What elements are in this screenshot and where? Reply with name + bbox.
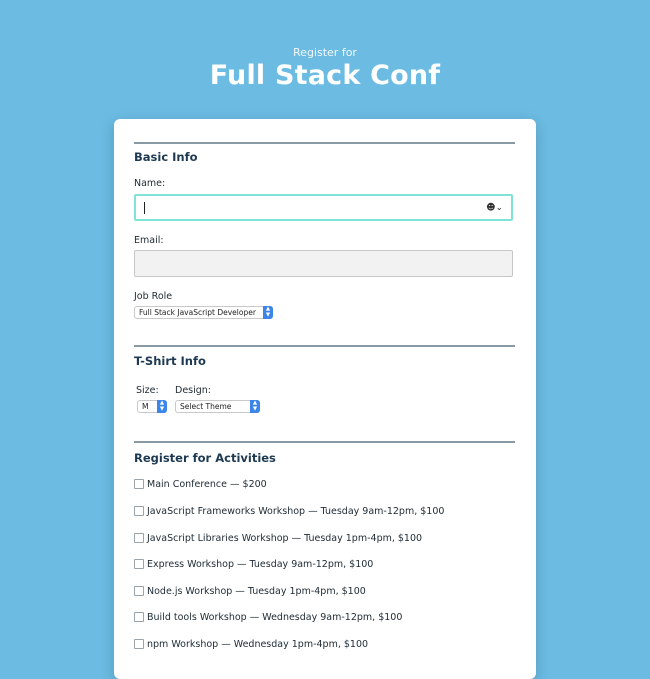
email-label: Email: bbox=[134, 235, 164, 246]
activity-item[interactable]: JavaScript Frameworks Workshop — Tuesday… bbox=[134, 504, 444, 518]
activity-label: Express Workshop — Tuesday 9am-12pm, $10… bbox=[147, 558, 374, 570]
basic-info-title: Basic Info bbox=[134, 150, 198, 164]
section-divider bbox=[134, 441, 515, 444]
activity-checkbox[interactable] bbox=[134, 479, 144, 489]
activity-checkbox[interactable] bbox=[134, 639, 144, 649]
activity-label: JavaScript Frameworks Workshop — Tuesday… bbox=[147, 505, 445, 517]
size-select[interactable]: M ▲ ▼ bbox=[137, 400, 167, 413]
activity-item[interactable]: Node.js Workshop — Tuesday 1pm-4pm, $100 bbox=[134, 584, 366, 598]
size-label: Size: bbox=[136, 385, 159, 396]
section-divider bbox=[134, 142, 515, 145]
activities-title: Register for Activities bbox=[134, 451, 276, 465]
activity-label: Build tools Workshop — Wednesday 9am-12p… bbox=[147, 611, 403, 623]
activity-item[interactable]: npm Workshop — Wednesday 1pm-4pm, $100 bbox=[134, 637, 368, 651]
tshirt-info-title: T-Shirt Info bbox=[134, 354, 206, 368]
header-subtitle: Register for bbox=[293, 46, 357, 59]
activity-label: Node.js Workshop — Tuesday 1pm-4pm, $100 bbox=[147, 585, 366, 597]
activity-label: Main Conference — $200 bbox=[147, 478, 267, 490]
design-label: Design: bbox=[175, 385, 212, 396]
activity-item[interactable]: Main Conference — $200 bbox=[134, 477, 267, 491]
activity-checkbox[interactable] bbox=[134, 612, 144, 622]
job-role-select[interactable]: Full Stack JavaScript Developer ▲ ▼ bbox=[134, 306, 273, 319]
activity-checkbox[interactable] bbox=[134, 533, 144, 543]
activity-item[interactable]: JavaScript Libraries Workshop — Tuesday … bbox=[134, 531, 422, 545]
design-value: Select Theme bbox=[180, 402, 232, 411]
up-down-chevron-icon: ▲ ▼ bbox=[263, 306, 273, 319]
name-label: Name: bbox=[134, 178, 166, 189]
section-divider bbox=[134, 345, 515, 348]
activity-label: npm Workshop — Wednesday 1pm-4pm, $100 bbox=[147, 638, 369, 650]
header-title: Full Stack Conf bbox=[209, 60, 441, 91]
up-down-chevron-icon: ▲ ▼ bbox=[157, 400, 167, 413]
job-role-label: Job Role bbox=[134, 291, 173, 302]
contact-autofill-icon[interactable]: ☻⌄ bbox=[486, 202, 503, 214]
activity-checkbox[interactable] bbox=[134, 559, 144, 569]
activity-item[interactable]: Express Workshop — Tuesday 9am-12pm, $10… bbox=[134, 557, 373, 571]
up-down-chevron-icon: ▲ ▼ bbox=[250, 400, 260, 413]
size-value: M bbox=[142, 402, 149, 411]
job-role-value: Full Stack JavaScript Developer bbox=[139, 308, 256, 317]
activity-item[interactable]: Build tools Workshop — Wednesday 9am-12p… bbox=[134, 610, 402, 624]
registration-form: Basic Info Name: ☻⌄ Email: Job Role Full… bbox=[114, 119, 536, 679]
email-field[interactable] bbox=[134, 250, 513, 277]
activity-checkbox[interactable] bbox=[134, 586, 144, 596]
activity-checkbox[interactable] bbox=[134, 506, 144, 516]
activity-label: JavaScript Libraries Workshop — Tuesday … bbox=[147, 532, 423, 544]
name-field[interactable]: ☻⌄ bbox=[134, 194, 513, 221]
design-select[interactable]: Select Theme ▲ ▼ bbox=[175, 400, 260, 413]
text-caret bbox=[144, 202, 145, 214]
